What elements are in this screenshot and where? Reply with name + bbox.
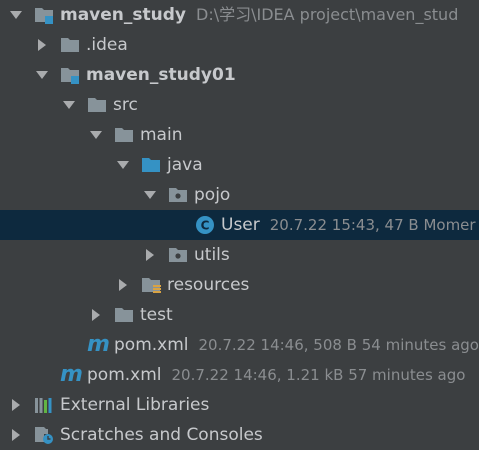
- file-label: pom.xml: [114, 335, 189, 355]
- folder-icon: [60, 35, 80, 55]
- tree-row-scratches[interactable]: Scratches and Consoles: [0, 420, 479, 450]
- folder-icon: [87, 95, 107, 115]
- module-folder-icon: [34, 5, 54, 25]
- folder-label: test: [140, 305, 173, 325]
- tree-row-module-pom[interactable]: m pom.xml 20.7.22 14:46, 508 B 54 minute…: [0, 330, 479, 360]
- chevron-right-icon[interactable]: [34, 37, 50, 53]
- package-icon: [168, 185, 188, 205]
- external-libraries-label: External Libraries: [60, 395, 210, 415]
- tree-row-root[interactable]: maven_study D:\学习\IDEA project\maven_stu…: [0, 0, 479, 30]
- tree-row-test[interactable]: test: [0, 300, 479, 330]
- scratches-label: Scratches and Consoles: [60, 425, 263, 445]
- chevron-down-icon[interactable]: [61, 97, 77, 113]
- chevron-down-icon[interactable]: [8, 7, 24, 23]
- module-name: maven_study01: [86, 65, 236, 85]
- tree-row-src[interactable]: src: [0, 90, 479, 120]
- chevron-right-icon[interactable]: [8, 427, 24, 443]
- tree-row-external-libraries[interactable]: External Libraries: [0, 390, 479, 420]
- package-icon: [168, 245, 188, 265]
- java-class-icon: C: [195, 215, 215, 235]
- folder-label: main: [140, 125, 183, 145]
- folder-label: .idea: [86, 35, 128, 55]
- resources-folder-icon: [141, 275, 161, 295]
- chevron-right-icon[interactable]: [115, 277, 131, 293]
- file-meta: 20.7.22 14:46, 1.21 kB 57 minutes ago: [171, 366, 466, 384]
- scratches-icon: [34, 425, 54, 445]
- file-meta: 20.7.22 15:43, 47 B Momer: [269, 216, 476, 234]
- project-tree: maven_study D:\学习\IDEA project\maven_stu…: [0, 0, 479, 450]
- chevron-right-icon[interactable]: [88, 307, 104, 323]
- project-name: maven_study: [60, 5, 186, 25]
- tree-row-resources[interactable]: resources: [0, 270, 479, 300]
- tree-row-idea[interactable]: .idea: [0, 30, 479, 60]
- module-folder-icon: [60, 65, 80, 85]
- chevron-right-icon[interactable]: [142, 247, 158, 263]
- file-meta: 20.7.22 14:46, 508 B 54 minutes ago: [198, 336, 479, 354]
- folder-icon: [114, 305, 134, 325]
- project-path: D:\学习\IDEA project\maven_stud: [196, 5, 459, 24]
- tree-row-user-class[interactable]: C User 20.7.22 15:43, 47 B Momer: [0, 210, 479, 240]
- maven-icon: m: [87, 332, 110, 357]
- package-label: pojo: [194, 185, 231, 205]
- chevron-down-icon[interactable]: [34, 67, 50, 83]
- file-label: pom.xml: [87, 365, 162, 385]
- folder-icon: [114, 125, 134, 145]
- chevron-right-icon[interactable]: [8, 397, 24, 413]
- tree-row-java[interactable]: java: [0, 150, 479, 180]
- tree-row-pojo[interactable]: pojo: [0, 180, 479, 210]
- maven-icon: m: [60, 362, 83, 387]
- class-label: User: [221, 215, 260, 235]
- chevron-down-icon[interactable]: [88, 127, 104, 143]
- folder-label: java: [167, 155, 203, 175]
- tree-row-utils[interactable]: utils: [0, 240, 479, 270]
- folder-label: resources: [167, 275, 250, 295]
- package-label: utils: [194, 245, 230, 265]
- chevron-down-icon[interactable]: [115, 157, 131, 173]
- source-folder-icon: [141, 155, 161, 175]
- tree-row-module[interactable]: maven_study01: [0, 60, 479, 90]
- tree-row-main[interactable]: main: [0, 120, 479, 150]
- library-icon: [34, 395, 54, 415]
- folder-label: src: [113, 95, 138, 115]
- svg-text:C: C: [201, 219, 210, 233]
- tree-row-root-pom[interactable]: m pom.xml 20.7.22 14:46, 1.21 kB 57 minu…: [0, 360, 479, 390]
- chevron-down-icon[interactable]: [142, 187, 158, 203]
